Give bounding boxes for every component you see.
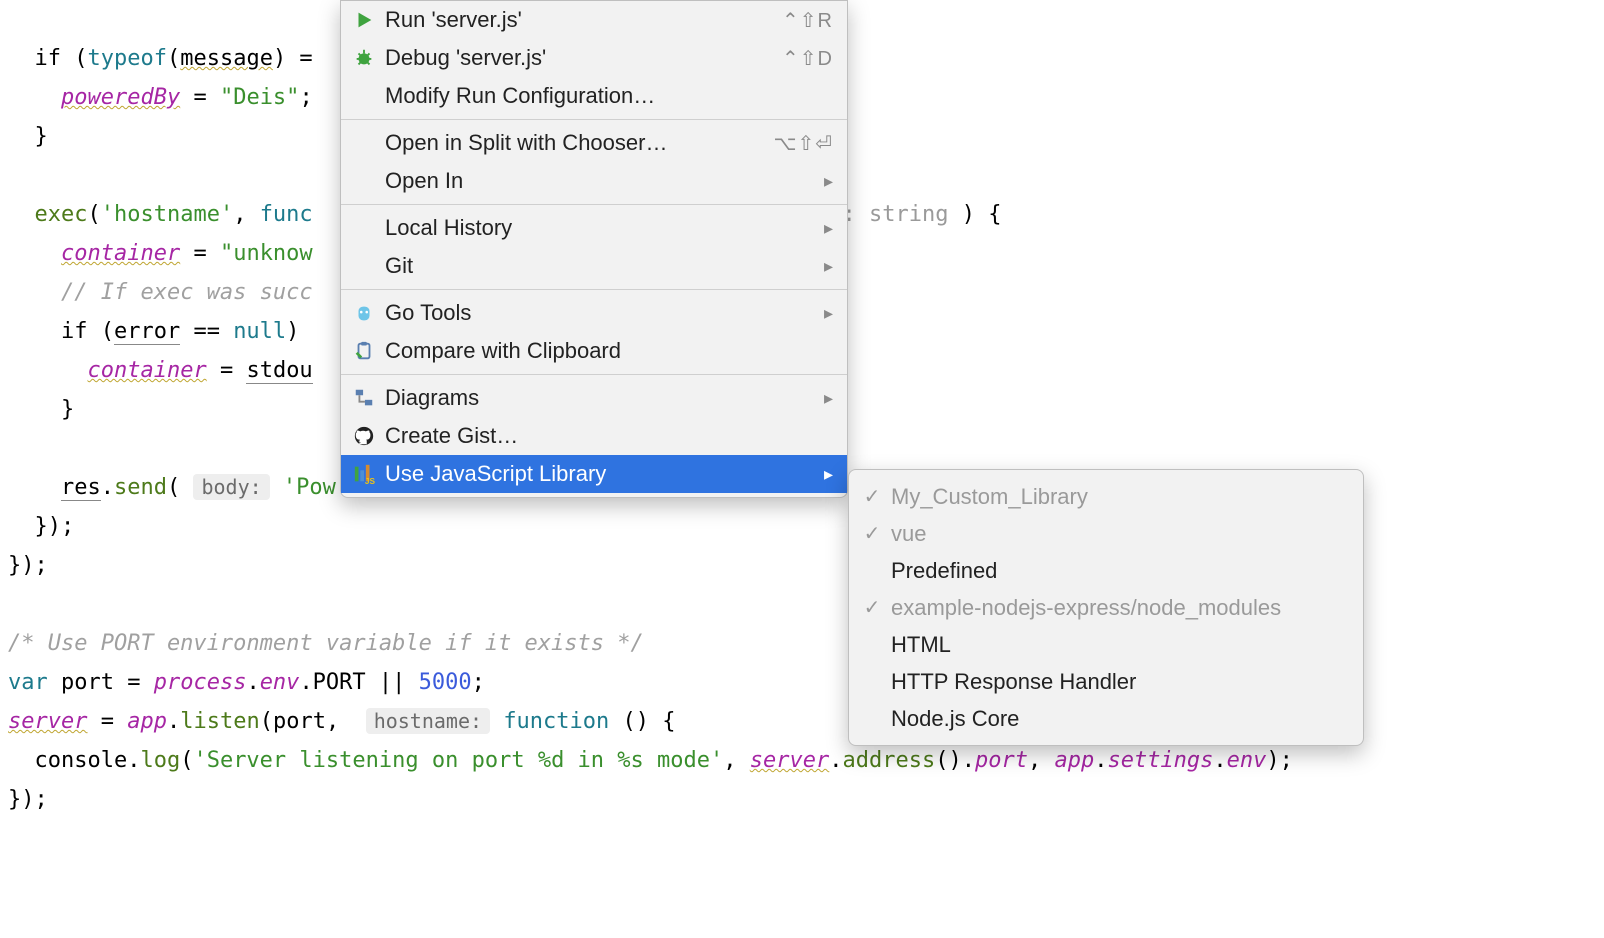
- menu-compare-clipboard[interactable]: Compare with Clipboard: [341, 332, 847, 370]
- menu-create-gist[interactable]: Create Gist…: [341, 417, 847, 455]
- bug-icon: [353, 47, 375, 69]
- menu-debug[interactable]: Debug 'server.js' ⌃⇧D: [341, 39, 847, 77]
- menu-run[interactable]: Run 'server.js' ⌃⇧R: [341, 1, 847, 39]
- lib-predefined[interactable]: Predefined: [849, 552, 1363, 589]
- menu-local-history[interactable]: Local History ▸: [341, 209, 847, 247]
- menu-modify-run-config[interactable]: Modify Run Configuration…: [341, 77, 847, 115]
- param-hint: body:: [193, 474, 269, 500]
- menu-diagrams[interactable]: Diagrams ▸: [341, 379, 847, 417]
- js-library-icon: JS: [353, 463, 375, 485]
- check-icon: ✓: [863, 521, 881, 546]
- github-icon: [353, 425, 375, 447]
- code-text: if (: [8, 46, 87, 71]
- chevron-right-icon: ▸: [824, 388, 833, 409]
- menu-open-in[interactable]: Open In ▸: [341, 162, 847, 200]
- shortcut: ⌥⇧⏎: [773, 131, 833, 156]
- context-menu: Run 'server.js' ⌃⇧R Debug 'server.js' ⌃⇧…: [340, 0, 848, 498]
- lib-http-response-handler[interactable]: HTTP Response Handler: [849, 663, 1363, 700]
- chevron-right-icon: ▸: [824, 171, 833, 192]
- chevron-right-icon: ▸: [824, 256, 833, 277]
- js-library-submenu: ✓ My_Custom_Library ✓ vue Predefined ✓ e…: [848, 469, 1364, 746]
- lib-nodejs-core[interactable]: Node.js Core: [849, 700, 1363, 737]
- diagram-icon: [353, 387, 375, 409]
- code-keyword: typeof: [87, 46, 166, 71]
- code-identifier: message: [180, 46, 273, 71]
- chevron-right-icon: ▸: [824, 218, 833, 239]
- svg-text:JS: JS: [365, 477, 375, 485]
- chevron-right-icon: ▸: [824, 303, 833, 324]
- run-icon: [353, 9, 375, 31]
- lib-html[interactable]: HTML: [849, 626, 1363, 663]
- chevron-right-icon: ▸: [824, 464, 833, 485]
- clipboard-icon: [353, 340, 375, 362]
- menu-go-tools[interactable]: Go Tools ▸: [341, 294, 847, 332]
- shortcut: ⌃⇧D: [782, 46, 833, 71]
- menu-open-split-chooser[interactable]: Open in Split with Chooser… ⌥⇧⏎: [341, 124, 847, 162]
- check-icon: ✓: [863, 484, 881, 509]
- lib-my-custom[interactable]: ✓ My_Custom_Library: [849, 478, 1363, 515]
- menu-use-js-library[interactable]: JS Use JavaScript Library ▸: [341, 455, 847, 493]
- check-icon: ✓: [863, 595, 881, 620]
- menu-separator: [341, 204, 847, 205]
- menu-separator: [341, 374, 847, 375]
- menu-git[interactable]: Git ▸: [341, 247, 847, 285]
- lib-vue[interactable]: ✓ vue: [849, 515, 1363, 552]
- lib-node-modules[interactable]: ✓ example-nodejs-express/node_modules: [849, 589, 1363, 626]
- menu-separator: [341, 289, 847, 290]
- param-hint: hostname:: [366, 708, 490, 734]
- shortcut: ⌃⇧R: [782, 8, 833, 33]
- gopher-icon: [353, 302, 375, 324]
- menu-separator: [341, 119, 847, 120]
